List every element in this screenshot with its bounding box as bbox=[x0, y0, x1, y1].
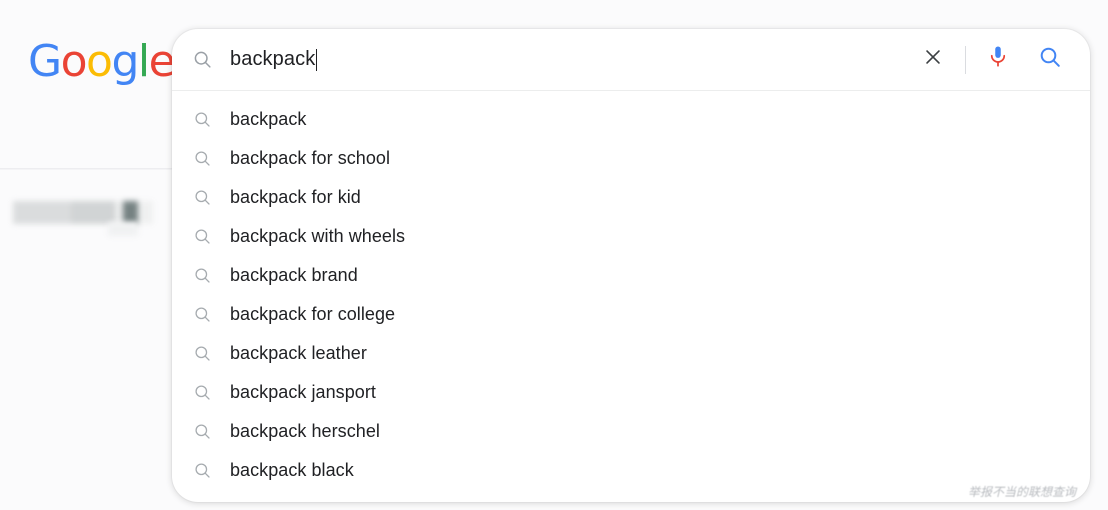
list-item-label: backpack bbox=[230, 109, 307, 129]
logo-letter-l: l bbox=[137, 36, 150, 87]
list-item-label: backpack with wheels bbox=[230, 226, 406, 246]
text-caret bbox=[316, 48, 318, 71]
search-input[interactable]: backpack bbox=[222, 48, 907, 71]
list-item-label: backpack for college bbox=[230, 304, 396, 324]
search-icon bbox=[172, 188, 222, 207]
list-item-label: backpack brand bbox=[230, 265, 358, 285]
suggestion-item-7[interactable]: backpack jansport bbox=[172, 373, 1090, 412]
search-icon bbox=[172, 110, 222, 129]
suggestion-item-6[interactable]: backpack leather bbox=[172, 334, 1090, 373]
close-icon bbox=[922, 46, 944, 73]
search-box-card: backpack backpack backpack for school ba… bbox=[172, 29, 1090, 502]
list-item-label: backpack leather bbox=[230, 343, 367, 363]
search-input-row: backpack bbox=[172, 29, 1090, 91]
google-logo: Google bbox=[28, 36, 176, 87]
logo-letter-o1: o bbox=[60, 36, 88, 87]
search-icon bbox=[172, 344, 222, 363]
suggestion-item-9[interactable]: backpack black bbox=[172, 451, 1090, 490]
search-icon bbox=[172, 461, 222, 480]
search-icon bbox=[172, 383, 222, 402]
blur-segment bbox=[115, 201, 123, 224]
background-divider-secondary bbox=[0, 169, 172, 170]
logo-letter-o2: o bbox=[86, 36, 113, 87]
report-predictions-label[interactable]: 举报不当的联想查询 bbox=[968, 483, 1076, 500]
search-icon bbox=[172, 49, 222, 70]
voice-search-button[interactable] bbox=[972, 44, 1024, 75]
search-input-value: backpack bbox=[230, 48, 316, 70]
suggestion-list: backpack backpack for school backpack fo… bbox=[172, 90, 1090, 490]
list-item-label: backpack herschel bbox=[230, 421, 380, 441]
blurred-content-placeholder bbox=[13, 201, 153, 224]
search-icon bbox=[172, 149, 222, 168]
search-icon bbox=[172, 227, 222, 246]
search-submit-button[interactable] bbox=[1024, 45, 1076, 74]
search-icon bbox=[172, 266, 222, 285]
clear-search-button[interactable] bbox=[907, 46, 959, 73]
suggestion-item-0[interactable]: backpack bbox=[172, 100, 1090, 139]
blur-segment bbox=[138, 201, 153, 224]
blur-segment bbox=[123, 201, 138, 224]
input-action-divider bbox=[965, 45, 966, 74]
search-icon bbox=[1038, 45, 1062, 74]
list-item-label: backpack black bbox=[230, 460, 354, 480]
search-icon bbox=[172, 305, 222, 324]
suggestion-item-1[interactable]: backpack for school bbox=[172, 139, 1090, 178]
blur-segment bbox=[13, 201, 71, 224]
list-item-label: backpack for school bbox=[230, 148, 391, 168]
suggestion-item-2[interactable]: backpack for kid bbox=[172, 178, 1090, 217]
list-item-label: backpack jansport bbox=[230, 382, 376, 402]
list-item-label: backpack for kid bbox=[230, 187, 361, 207]
suggestion-item-8[interactable]: backpack herschel bbox=[172, 412, 1090, 451]
logo-letter-e: e bbox=[148, 36, 176, 87]
suggestion-item-5[interactable]: backpack for college bbox=[172, 295, 1090, 334]
logo-letter-g2: g bbox=[111, 36, 139, 87]
blurred-content-placeholder-tail bbox=[108, 222, 138, 236]
search-icon bbox=[172, 422, 222, 441]
input-bottom-divider bbox=[172, 90, 1090, 91]
microphone-icon bbox=[987, 44, 1009, 75]
suggestion-item-3[interactable]: backpack with wheels bbox=[172, 217, 1090, 256]
suggestion-item-4[interactable]: backpack brand bbox=[172, 256, 1090, 295]
blur-segment bbox=[71, 201, 115, 224]
logo-letter-g1: G bbox=[28, 36, 62, 87]
